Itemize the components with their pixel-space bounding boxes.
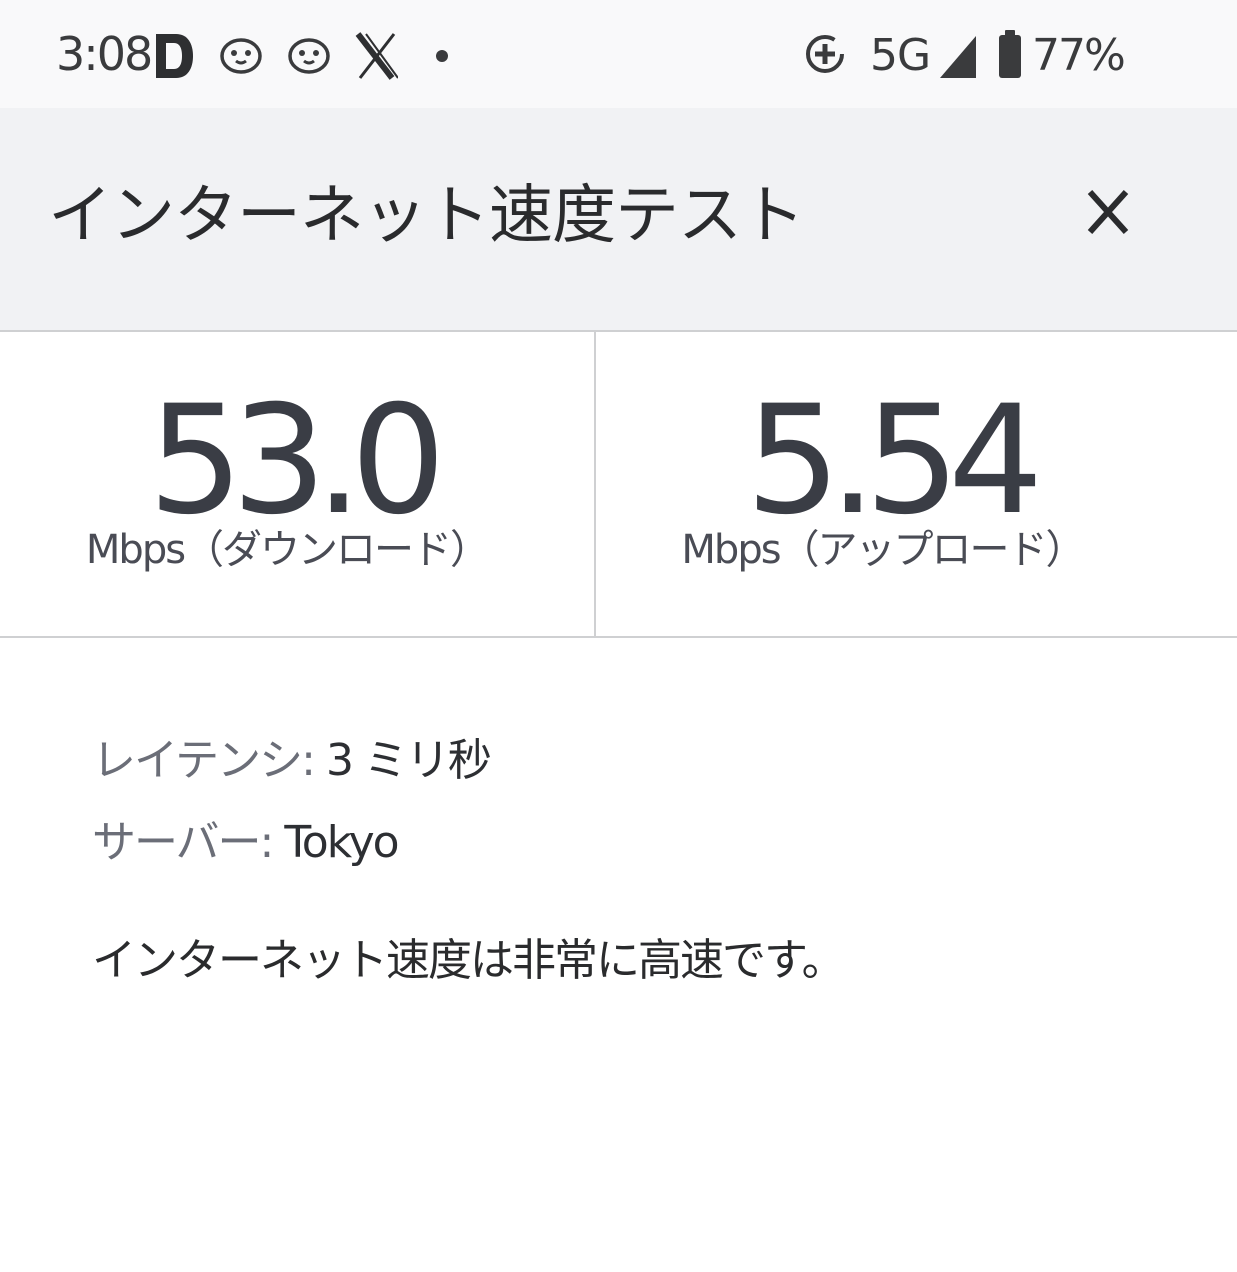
network-type: 5G — [870, 30, 931, 81]
server-value: Tokyo — [272, 817, 399, 868]
download-speed-label: Mbps（ダウンロード） — [85, 527, 490, 573]
more-dot-icon — [436, 50, 448, 62]
d-app-icon — [152, 30, 196, 82]
x-app-icon — [354, 30, 399, 82]
penguin-icon — [220, 30, 262, 82]
download-speed-value: 53.0 — [148, 374, 446, 548]
signal-icon — [938, 30, 978, 80]
battery-icon — [996, 28, 1024, 80]
server-row: サーバー: Tokyo — [92, 802, 1192, 884]
speed-summary: インターネット速度は非常に高速です。 — [92, 935, 846, 986]
page-title: インターネット速度テスト — [48, 179, 805, 253]
upload-speed-value: 5.54 — [745, 374, 1044, 548]
speed-results: 53.0 Mbps（ダウンロード） 5.54 Mbps（アップロード） — [0, 332, 1237, 638]
status-bar: 3:08 5G 77% — [0, 0, 1237, 108]
close-button[interactable] — [1076, 180, 1140, 244]
latency-row: レイテンシ: 3 ミリ秒 — [92, 720, 1192, 802]
battery-percent: 77% — [1032, 30, 1126, 81]
status-time: 3:08 — [56, 27, 153, 81]
latency-label: レイテンシ: — [92, 735, 316, 786]
penguin-icon — [288, 30, 330, 82]
data-saver-icon — [804, 33, 846, 75]
download-result: 53.0 Mbps（ダウンロード） — [0, 332, 596, 636]
test-details: レイテンシ: 3 ミリ秒 サーバー: Tokyo — [92, 720, 1192, 884]
upload-result: 5.54 Mbps（アップロード） — [596, 332, 1237, 636]
latency-value: 3 ミリ秒 — [313, 735, 492, 786]
close-icon — [1087, 189, 1129, 235]
upload-speed-label: Mbps（アップロード） — [681, 527, 1085, 573]
server-label: サーバー: — [92, 817, 274, 868]
header: インターネット速度テスト — [0, 108, 1237, 332]
